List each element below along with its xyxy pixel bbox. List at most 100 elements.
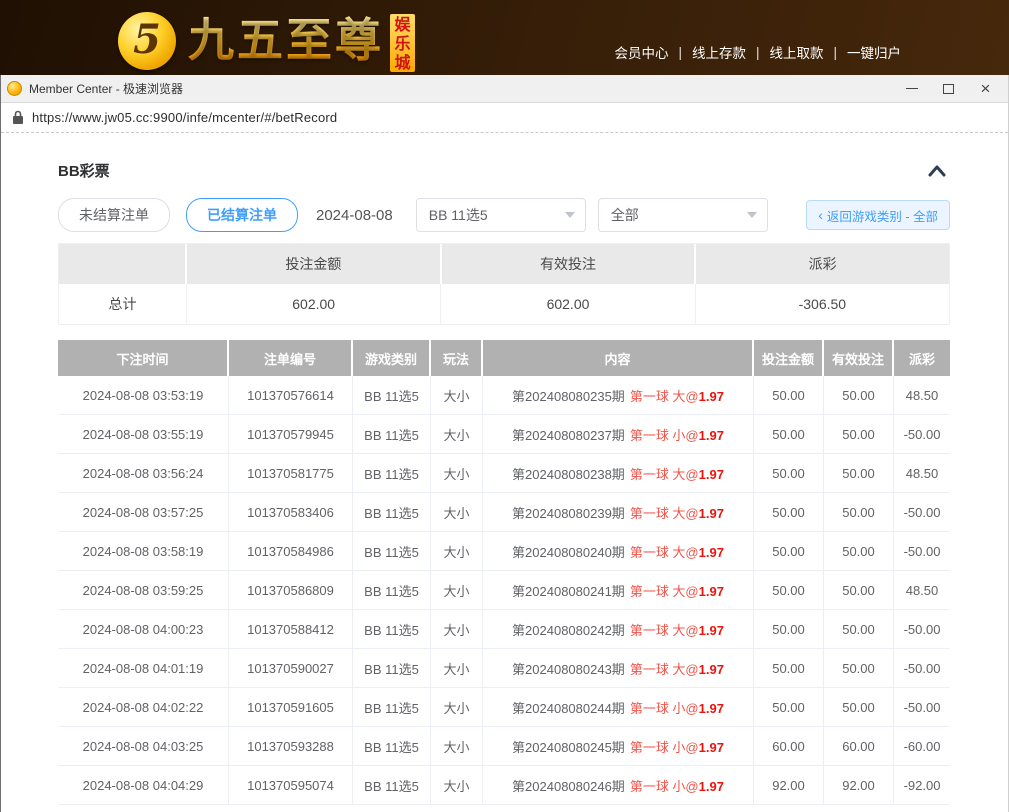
logo-vertical-char: 娱 [394, 16, 410, 35]
bet-odds: 1.97 [699, 779, 724, 794]
close-button[interactable]: × [967, 76, 1004, 102]
bet-odds: 1.97 [699, 584, 724, 599]
summary-payout: -306.50 [696, 284, 949, 324]
chevron-down-icon [565, 212, 575, 218]
cell-valid-bet: 50.00 [824, 649, 894, 687]
bet-odds: 1.97 [699, 662, 724, 677]
type-select[interactable]: 全部 [598, 198, 768, 232]
cell-bet-time: 2024-08-08 03:55:19 [58, 415, 229, 453]
bet-odds: 1.97 [699, 506, 724, 521]
table-row: 2024-08-08 04:01:19101370590027BB 11选5大小… [58, 649, 950, 688]
settled-tab[interactable]: 已结算注单 [186, 198, 298, 232]
cell-play-type: 大小 [431, 766, 483, 804]
table-header-cell-0: 下注时间 [58, 340, 229, 376]
bet-pick: 第一球 大@1.97 [630, 386, 724, 405]
cell-valid-bet: 92.00 [824, 766, 894, 804]
nav-item-0[interactable]: 会员中心 [614, 42, 668, 62]
table-header-cell-3: 玩法 [431, 340, 483, 376]
cell-game-type: BB 11选5 [353, 415, 431, 453]
cell-payout: 48.50 [894, 571, 950, 609]
collapse-panel-button[interactable] [927, 164, 947, 177]
close-icon: × [981, 80, 991, 97]
bet-record-page: BB彩票 未结算注单 已结算注单 2024-08-08 BB 11选5 全部 ‹… [1, 133, 1008, 805]
maximize-button[interactable] [930, 76, 967, 102]
table-row: 2024-08-08 03:59:25101370586809BB 11选5大小… [58, 571, 950, 610]
cell-valid-bet: 50.00 [824, 610, 894, 648]
filter-toolbar: 未结算注单 已结算注单 2024-08-08 BB 11选5 全部 ‹ 返回游戏… [58, 198, 950, 232]
back-to-category-button[interactable]: ‹ 返回游戏类别 - 全部 [806, 200, 950, 230]
cell-play-type: 大小 [431, 415, 483, 453]
cell-bet-id: 101370584986 [229, 532, 353, 570]
bet-period: 第202408080245期 [512, 737, 625, 756]
cell-payout: -50.00 [894, 415, 950, 453]
logo-symbol: 5 [133, 20, 161, 60]
nav-separator: | [833, 45, 837, 60]
cell-content: 第202408080239期第一球 大@1.97 [483, 493, 754, 531]
cell-play-type: 大小 [431, 727, 483, 765]
logo-vertical-char: 乐 [394, 35, 410, 54]
bet-period: 第202408080237期 [512, 425, 625, 444]
cell-game-type: BB 11选5 [353, 688, 431, 726]
table-header-cell-1: 注单编号 [229, 340, 353, 376]
table-row: 2024-08-08 04:03:25101370593288BB 11选5大小… [58, 727, 950, 766]
bet-odds: 1.97 [699, 389, 724, 404]
game-select[interactable]: BB 11选5 [416, 198, 586, 232]
cell-valid-bet: 50.00 [824, 493, 894, 531]
browser-window: Member Center - 极速浏览器 × https://www.jw05… [0, 75, 1009, 812]
cell-play-type: 大小 [431, 376, 483, 414]
nav-item-2[interactable]: 线上取款 [769, 42, 823, 62]
cell-bet-time: 2024-08-08 03:59:25 [58, 571, 229, 609]
table-row: 2024-08-08 03:55:19101370579945BB 11选5大小… [58, 415, 950, 454]
cell-play-type: 大小 [431, 688, 483, 726]
logo-vertical-char: 城 [394, 54, 410, 72]
cell-payout: -50.00 [894, 610, 950, 648]
cell-game-type: BB 11选5 [353, 493, 431, 531]
cell-payout: -50.00 [894, 688, 950, 726]
cell-game-type: BB 11选5 [353, 454, 431, 492]
lock-icon [12, 110, 24, 125]
cell-content: 第202408080235期第一球 大@1.97 [483, 376, 754, 414]
cell-bet-amount: 50.00 [754, 688, 824, 726]
bet-pick: 第一球 大@1.97 [630, 464, 724, 483]
minimize-button[interactable] [893, 76, 930, 102]
bet-period: 第202408080242期 [512, 620, 625, 639]
logo-coin-icon: 5 [118, 12, 176, 70]
cell-play-type: 大小 [431, 532, 483, 570]
cell-game-type: BB 11选5 [353, 649, 431, 687]
cell-bet-time: 2024-08-08 04:04:29 [58, 766, 229, 804]
cell-bet-id: 101370576614 [229, 376, 353, 414]
cell-payout: -50.00 [894, 493, 950, 531]
bet-period: 第202408080240期 [512, 542, 625, 561]
cell-payout: -50.00 [894, 532, 950, 570]
cell-valid-bet: 60.00 [824, 727, 894, 765]
cell-valid-bet: 50.00 [824, 376, 894, 414]
cell-game-type: BB 11选5 [353, 727, 431, 765]
cell-bet-id: 101370595074 [229, 766, 353, 804]
address-bar[interactable]: https://www.jw05.cc:9900/infe/mcenter/#/… [1, 103, 1008, 133]
table-row: 2024-08-08 03:57:25101370583406BB 11选5大小… [58, 493, 950, 532]
cell-bet-amount: 50.00 [754, 454, 824, 492]
cell-content: 第202408080238期第一球 大@1.97 [483, 454, 754, 492]
table-header-cell-4: 内容 [483, 340, 754, 376]
cell-bet-amount: 50.00 [754, 571, 824, 609]
bet-pick: 第一球 大@1.97 [630, 581, 724, 600]
bet-period: 第202408080246期 [512, 776, 625, 795]
table-header-row: 下注时间注单编号游戏类别玩法内容投注金额有效投注派彩 [58, 340, 950, 376]
unsettled-tab[interactable]: 未结算注单 [58, 198, 170, 232]
cell-play-type: 大小 [431, 649, 483, 687]
type-select-value: 全部 [611, 205, 639, 225]
nav-separator: | [678, 45, 682, 60]
date-value[interactable]: 2024-08-08 [316, 207, 393, 224]
table-row: 2024-08-08 03:58:19101370584986BB 11选5大小… [58, 532, 950, 571]
nav-item-3[interactable]: 一键归户 [847, 42, 901, 62]
cell-bet-id: 101370591605 [229, 688, 353, 726]
summary-header-bet-amount: 投注金额 [187, 244, 442, 284]
bet-pick: 第一球 大@1.97 [630, 659, 724, 678]
table-header-cell-2: 游戏类别 [353, 340, 431, 376]
nav-item-1[interactable]: 线上存款 [692, 42, 746, 62]
cell-content: 第202408080242期第一球 大@1.97 [483, 610, 754, 648]
table-header-cell-6: 有效投注 [824, 340, 894, 376]
cell-bet-id: 101370590027 [229, 649, 353, 687]
cell-bet-id: 101370588412 [229, 610, 353, 648]
cell-content: 第202408080243期第一球 大@1.97 [483, 649, 754, 687]
